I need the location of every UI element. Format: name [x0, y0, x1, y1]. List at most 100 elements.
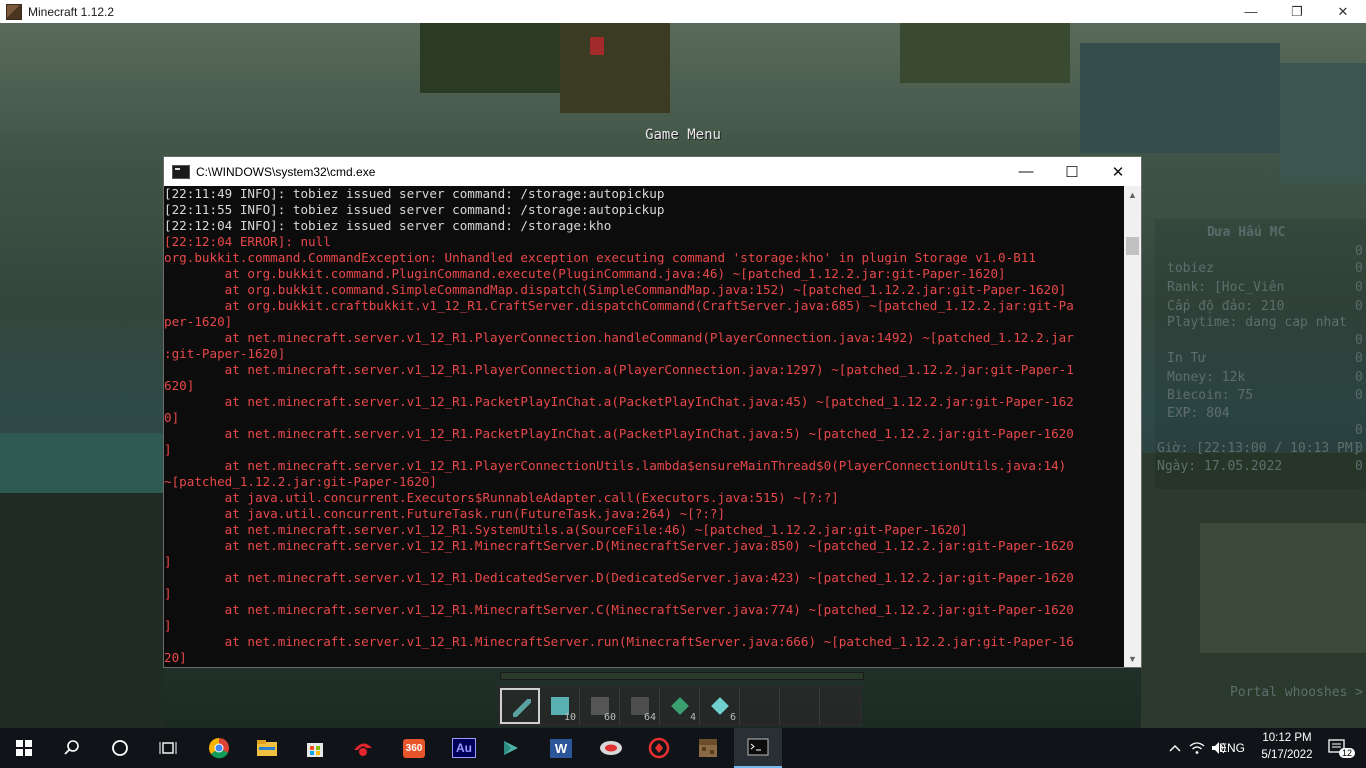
taskbar-app-red[interactable] [635, 728, 683, 768]
hotbar-slot-8[interactable] [780, 688, 820, 724]
windows-logo-icon [16, 740, 32, 756]
system-clock[interactable]: 10:12 PM 5/17/2022 [1260, 730, 1314, 764]
minecraft-app-icon [6, 3, 22, 20]
console-error-line: at org.bukkit.craftbukkit.v1_12_R1.Craft… [164, 298, 1074, 313]
diamond-icon [711, 697, 729, 715]
search-button[interactable] [48, 728, 96, 768]
console-error-line: per-1620] [164, 314, 233, 329]
chrome-icon [209, 738, 229, 759]
console-error-line: at net.minecraft.server.v1_12_R1.PacketP… [164, 426, 1074, 441]
experience-bar [500, 672, 864, 680]
scoreboard-score: 0 [1355, 459, 1363, 474]
scoreboard-score: 0 [1355, 299, 1363, 314]
console-scrollbar[interactable]: ▲ ▼ [1124, 186, 1141, 667]
console-error-line: org.bukkit.command.CommandException: Unh… [164, 250, 1036, 265]
scroll-down-arrow-icon[interactable]: ▼ [1124, 650, 1141, 667]
console-output[interactable]: [22:11:49 INFO]: tobiez issued server co… [164, 186, 1124, 667]
console-info-line: [22:11:55 INFO]: tobiez issued server co… [164, 202, 665, 217]
minecraft-icon [699, 739, 717, 757]
scoreboard-line: EXP: 804 [1167, 406, 1230, 421]
scoreboard-line: Money: 12k [1167, 370, 1246, 385]
item-count: 4 [689, 712, 696, 723]
mc-restore-button[interactable]: ❐ [1274, 0, 1320, 23]
notification-center-button[interactable]: 12 [1318, 728, 1358, 768]
console-error-line: at net.minecraft.server.v1_12_R1.PlayerC… [164, 458, 1067, 473]
taskbar-app-filmora[interactable] [487, 728, 535, 768]
network-button[interactable] [1186, 728, 1208, 768]
console-error-line: at net.minecraft.server.v1_12_R1.PlayerC… [164, 330, 1074, 345]
scrollbar-thumb[interactable] [1126, 237, 1139, 255]
console-error-line: at org.bukkit.command.SimpleCommandMap.d… [164, 282, 1067, 297]
minecraft-window-title: Minecraft 1.12.2 [28, 4, 115, 19]
wifi-app-icon [600, 741, 622, 755]
taskbar-app-360[interactable]: 360 [387, 728, 441, 768]
filmora-icon [504, 741, 518, 755]
console-error-line: :git-Paper-1620] [164, 346, 286, 361]
clock-time: 10:12 PM [1262, 732, 1312, 744]
word-icon: W [549, 738, 573, 758]
app-red-icon [648, 737, 670, 759]
item-count: 64 [643, 712, 656, 723]
console-error-line: at org.bukkit.command.PluginCommand.exec… [164, 266, 1006, 281]
item-count: 10 [563, 712, 576, 723]
leaf-block [420, 23, 580, 93]
water-block [1280, 63, 1366, 183]
cmd-titlebar[interactable]: C:\WINDOWS\system32\cmd.exe — ☐ ✕ [164, 157, 1141, 186]
taskbar-app-wifi-tool[interactable] [587, 728, 635, 768]
console-error-line: at net.minecraft.server.v1_12_R1.SystemU… [164, 522, 968, 537]
cmd-close-button[interactable]: ✕ [1095, 157, 1141, 186]
clock-date: 5/17/2022 [1261, 749, 1313, 761]
ground-block [0, 493, 164, 728]
hotbar[interactable]: 10 60 64 4 6 [498, 686, 862, 726]
console-error-line: 20] [164, 650, 187, 665]
hotbar-slot-3[interactable]: 60 [580, 688, 620, 724]
360-security-icon: 360 [402, 738, 426, 758]
audition-icon: Au [452, 738, 476, 758]
scoreboard-line: In Tư [1167, 351, 1207, 366]
taskbar-app-garena[interactable] [339, 728, 387, 768]
language-indicator[interactable]: ENG [1212, 728, 1252, 768]
scoreboard-score: 0 [1355, 244, 1363, 259]
hotbar-slot-1[interactable] [500, 688, 540, 724]
console-error-line: ~[patched_1.12.2.jar:git-Paper-1620] [164, 474, 437, 489]
taskbar-app-chrome[interactable] [195, 728, 243, 768]
cmd-maximize-button[interactable]: ☐ [1049, 157, 1095, 186]
taskbar-app-store[interactable] [291, 728, 339, 768]
item-count: 6 [729, 712, 736, 723]
show-hidden-icons-button[interactable] [1164, 728, 1186, 768]
console-info-line: [22:11:49 INFO]: tobiez issued server co… [164, 186, 665, 201]
scoreboard-line: tobiez [1167, 261, 1214, 276]
scoreboard-score: 0 [1355, 280, 1363, 295]
taskbar-app-word[interactable]: W [537, 728, 585, 768]
taskbar-app-audition[interactable]: Au [441, 728, 487, 768]
hotbar-slot-4[interactable]: 64 [620, 688, 660, 724]
console-error-line: ] [164, 554, 172, 569]
search-icon [64, 740, 79, 755]
console-error-line: [22:12:04 ERROR]: null [164, 234, 331, 249]
console-error-line: at net.minecraft.server.v1_12_R1.PacketP… [164, 394, 1074, 409]
microsoft-store-icon [307, 743, 323, 757]
cmd-window[interactable]: C:\WINDOWS\system32\cmd.exe — ☐ ✕ [22:11… [164, 157, 1141, 667]
hotbar-slot-6[interactable]: 6 [700, 688, 740, 724]
hotbar-slot-7[interactable] [740, 688, 780, 724]
hotbar-slot-5[interactable]: 4 [660, 688, 700, 724]
taskbar-app-explorer[interactable] [243, 728, 291, 768]
cmd-minimize-button[interactable]: — [1003, 157, 1049, 186]
console-error-line: ] [164, 442, 172, 457]
task-view-button[interactable] [144, 728, 192, 768]
cortana-button[interactable] [96, 728, 144, 768]
scoreboard-score: 0 [1355, 351, 1363, 366]
cmd-icon [747, 738, 769, 756]
scroll-up-arrow-icon[interactable]: ▲ [1124, 186, 1141, 203]
mc-minimize-button[interactable]: — [1228, 0, 1274, 23]
stone-block [1200, 523, 1366, 653]
taskbar-app-minecraft[interactable] [684, 728, 732, 768]
hotbar-slot-2[interactable]: 10 [540, 688, 580, 724]
pickaxe-icon [513, 699, 531, 717]
hotbar-slot-9[interactable] [820, 688, 860, 724]
water-block [0, 433, 164, 493]
scoreboard-score: 0 [1355, 423, 1363, 438]
taskbar-app-cmd[interactable] [734, 728, 782, 768]
mc-close-button[interactable]: ✕ [1320, 0, 1366, 23]
start-button[interactable] [0, 728, 48, 768]
